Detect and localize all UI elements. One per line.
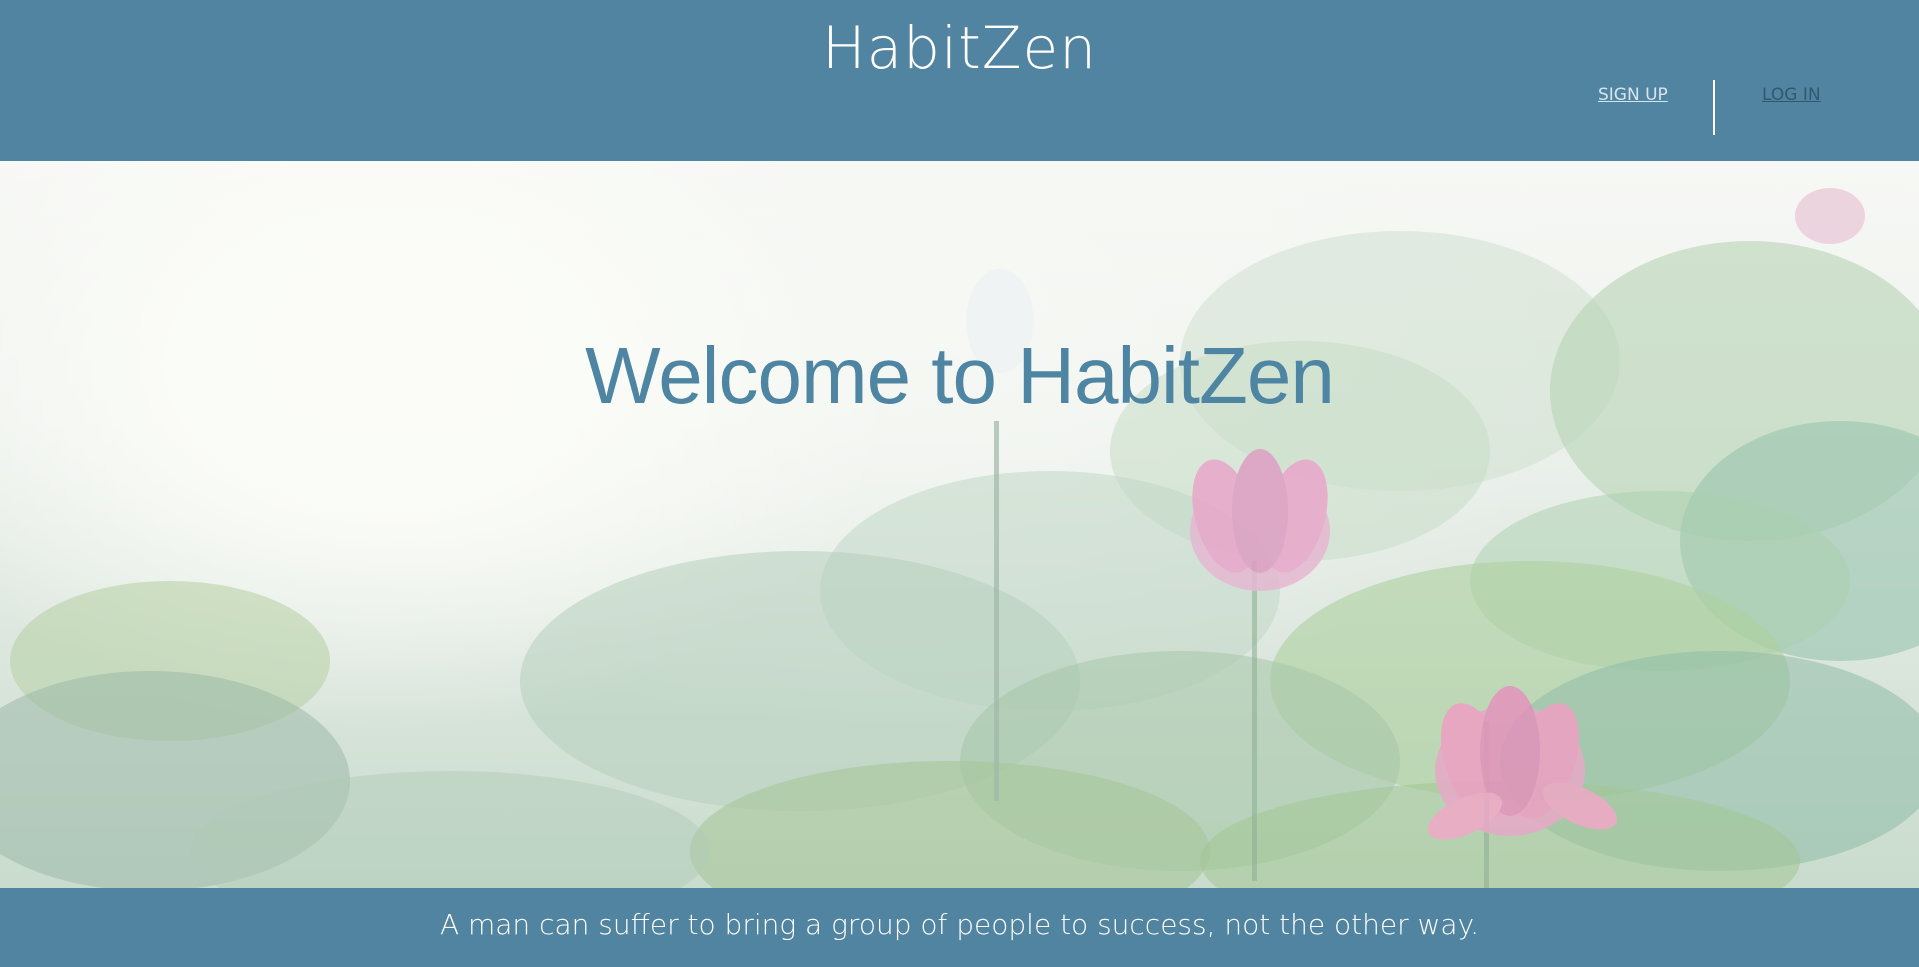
hero-background-image: Welcome to HabitZen — [0, 161, 1919, 888]
signup-link[interactable]: SIGN UP — [1598, 83, 1668, 107]
site-header: HabitZen SIGN UP LOG IN — [0, 0, 1919, 161]
stem — [1252, 561, 1257, 881]
lotus-pond-illustration — [0, 188, 1919, 888]
pink-lotus — [1795, 188, 1865, 244]
nav-divider — [1713, 80, 1715, 135]
site-footer: A man can suffer to bring a group of peo… — [0, 888, 1919, 967]
hero-title: Welcome to HabitZen — [585, 331, 1335, 420]
footer-quote: A man can suffer to bring a group of peo… — [439, 908, 1480, 941]
login-link[interactable]: LOG IN — [1762, 83, 1821, 107]
stem — [994, 421, 999, 801]
brand-logo-text[interactable]: HabitZen — [0, 8, 1919, 88]
